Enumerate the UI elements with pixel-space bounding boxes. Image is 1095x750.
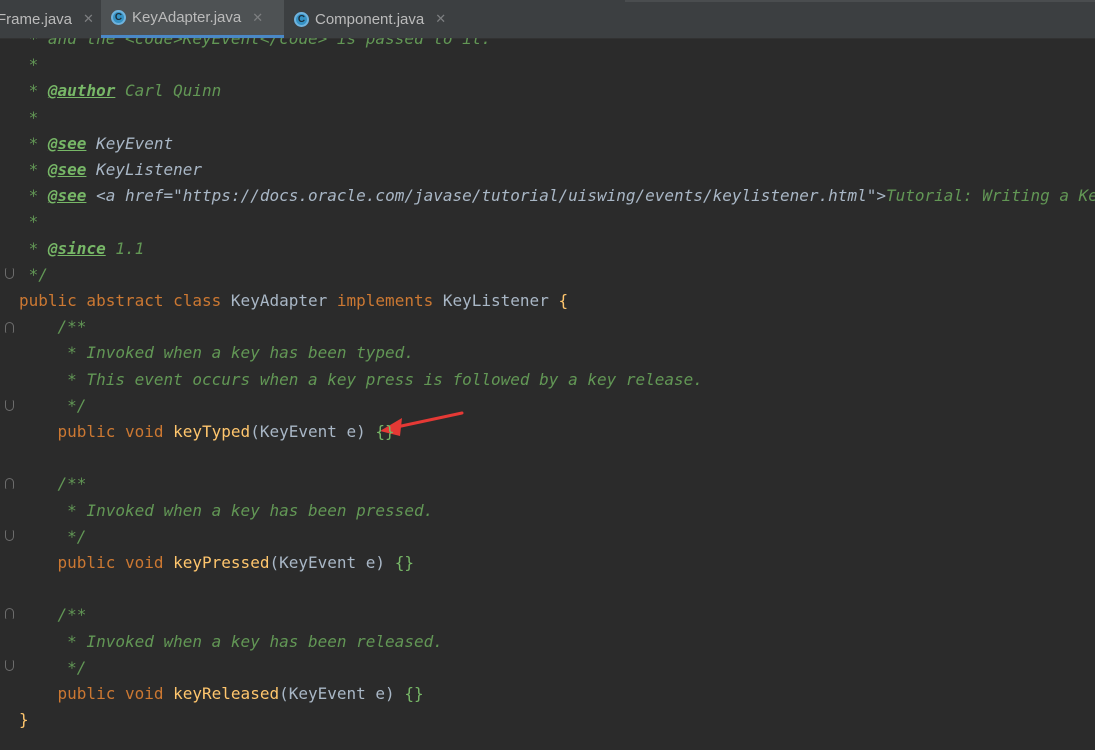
code-line[interactable]: *	[19, 52, 39, 78]
code-token: public abstract class	[19, 291, 231, 310]
code-line[interactable]: /**	[19, 602, 87, 628]
code-token: (KeyEvent e)	[279, 684, 405, 703]
code-token: *	[19, 81, 48, 101]
code-token: @see	[47, 160, 87, 179]
tab-frame-java[interactable]: Frame.java ✕	[0, 0, 100, 38]
code-line[interactable]: * @see <a href="https://docs.oracle.com/…	[19, 183, 1095, 209]
code-token: KeyListener	[96, 160, 203, 179]
code-token: * Invoked when a key has been released.	[19, 631, 443, 651]
code-token: *	[19, 55, 39, 75]
close-icon[interactable]: ✕	[83, 11, 94, 27]
code-line[interactable]: }	[19, 707, 29, 733]
code-token: */	[19, 395, 87, 415]
code-token: */	[19, 526, 87, 546]
code-line[interactable]: * @since 1.1	[19, 236, 145, 262]
code-line[interactable]: * Invoked when a key has been pressed.	[19, 498, 433, 524]
code-token: implements	[336, 291, 443, 310]
tab-label: Frame.java	[0, 10, 73, 28]
tab-label: KeyAdapter.java	[132, 9, 242, 26]
code-token: *	[19, 133, 48, 153]
code-token: (KeyEvent e)	[250, 422, 376, 441]
code-token: keyPressed	[173, 553, 270, 572]
code-line[interactable]: */	[19, 262, 48, 288]
code-line[interactable]: * and the <code>KeyEvent</code> is passe…	[19, 38, 491, 52]
code-line[interactable]: * @author Carl Quinn	[19, 78, 222, 104]
code-editor[interactable]: * and the <code>KeyEvent</code> is passe…	[0, 38, 1095, 750]
code-line[interactable]: * This event occurs when a key press is …	[19, 367, 703, 393]
code-token: * Invoked when a key has been typed.	[19, 343, 414, 363]
java-class-icon: C	[294, 11, 309, 27]
code-token: @see	[47, 186, 87, 206]
code-token: keyTyped	[173, 422, 251, 441]
code-token: /**	[19, 317, 87, 337]
code-token: </code>	[259, 38, 328, 48]
code-line[interactable]: * Invoked when a key has been released.	[19, 629, 443, 655]
code-token: *	[19, 107, 39, 127]
close-icon[interactable]: ✕	[435, 11, 446, 27]
code-token: public void	[19, 553, 174, 572]
code-token: *	[19, 212, 39, 232]
code-token: KeyListener	[442, 291, 559, 310]
code-token: */	[19, 657, 87, 677]
code-token: <a href="https://docs.oracle.com/javase/…	[96, 186, 886, 206]
code-token: Carl Quinn	[115, 81, 222, 101]
code-token: is passed to it.	[327, 38, 492, 48]
code-token: (KeyEvent e)	[269, 553, 395, 572]
code-line[interactable]: public void keyTyped(KeyEvent e) {}	[19, 419, 395, 445]
code-token: }	[19, 710, 29, 730]
code-token: <code>	[124, 38, 183, 48]
code-token: @see	[47, 133, 87, 153]
code-token: */	[19, 264, 48, 284]
code-token: {}	[394, 553, 414, 572]
close-icon[interactable]: ✕	[252, 10, 263, 26]
code-token: *	[19, 186, 48, 206]
code-line[interactable]: public void keyPressed(KeyEvent e) {}	[19, 550, 414, 576]
code-token: {}	[375, 422, 395, 441]
code-token: KeyEvent	[182, 38, 260, 48]
code-token: * Invoked when a key has been pressed.	[19, 500, 434, 520]
code-token: * This event occurs when a key press is …	[19, 369, 703, 389]
code-token: @since	[47, 238, 106, 258]
code-token: * and the	[19, 38, 125, 48]
code-line[interactable]: * @see KeyEvent	[19, 131, 174, 157]
code-token: /**	[19, 474, 87, 494]
code-token: 1.1	[105, 238, 145, 258]
code-line[interactable]: /**	[19, 471, 87, 497]
code-token: KeyAdapter	[230, 291, 337, 310]
tab-bar-divider	[625, 0, 1095, 2]
code-token: public void	[19, 422, 174, 441]
tab-label: Component.java	[315, 10, 425, 28]
code-line[interactable]: public void keyReleased(KeyEvent e) {}	[19, 681, 424, 707]
code-token: public void	[19, 684, 174, 703]
code-token: Tutorial: Writing a Key Listener</a>	[885, 186, 1095, 206]
code-token: {	[558, 291, 569, 310]
code-token: /**	[19, 605, 87, 625]
code-token: keyReleased	[173, 684, 280, 703]
code-line[interactable]: */	[19, 655, 86, 681]
editor-tab-bar: Frame.java ✕ C KeyAdapter.java ✕ C Compo…	[0, 0, 1095, 39]
code-token: *	[19, 160, 48, 179]
code-token: {}	[404, 684, 424, 703]
code-token: KeyEvent	[96, 133, 174, 153]
code-line[interactable]: */	[19, 524, 86, 550]
java-class-icon: C	[111, 10, 126, 25]
code-line[interactable]: *	[19, 209, 39, 235]
tab-component-java[interactable]: C Component.java ✕	[286, 0, 472, 38]
code-line[interactable]: *	[19, 105, 39, 131]
tab-keyadapter-java[interactable]: C KeyAdapter.java ✕	[101, 0, 284, 38]
code-line[interactable]: */	[19, 393, 86, 419]
code-line[interactable]: /**	[19, 314, 87, 340]
code-line[interactable]: public abstract class KeyAdapter impleme…	[19, 288, 568, 314]
code-line[interactable]: * @see KeyListener	[19, 157, 202, 183]
code-token: *	[19, 238, 48, 258]
code-line[interactable]: * Invoked when a key has been typed.	[19, 340, 414, 366]
code-token: @author	[47, 81, 116, 101]
